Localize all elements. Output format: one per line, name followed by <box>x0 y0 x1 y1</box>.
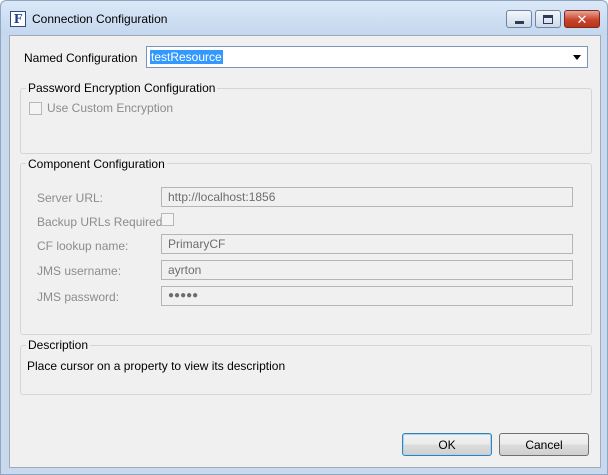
description-title: Description <box>26 338 91 352</box>
server-url-label: Server URL: <box>37 191 104 205</box>
password-encryption-title: Password Encryption Configuration <box>26 81 218 95</box>
cf-lookup-name-label: CF lookup name: <box>37 239 129 253</box>
jms-password-label: JMS password: <box>37 290 120 304</box>
minimize-button[interactable] <box>506 10 532 28</box>
use-custom-encryption-label: Use Custom Encryption <box>47 101 174 115</box>
component-configuration-title: Component Configuration <box>26 157 167 171</box>
jms-username-label: JMS username: <box>37 264 122 278</box>
named-configuration-combo[interactable]: testResource <box>146 46 588 68</box>
app-icon: F <box>10 11 26 27</box>
ok-button[interactable]: OK <box>402 433 492 456</box>
chevron-down-icon[interactable] <box>570 50 584 64</box>
use-custom-encryption-checkbox[interactable] <box>29 101 42 115</box>
description-text: Place cursor on a property to view its d… <box>27 359 286 373</box>
use-custom-encryption-row[interactable]: Use Custom Encryption <box>29 101 173 115</box>
password-encryption-group <box>20 88 592 154</box>
jms-password-field[interactable]: ●●●●● <box>161 286 573 306</box>
title-bar[interactable]: F Connection Configuration ✕ <box>1 1 607 35</box>
named-configuration-value[interactable]: testResource <box>150 50 223 64</box>
close-button[interactable]: ✕ <box>564 10 600 28</box>
jms-username-field[interactable]: ayrton <box>161 260 573 280</box>
backup-urls-label: Backup URLs Required <box>37 215 163 229</box>
cf-lookup-name-field[interactable]: PrimaryCF <box>161 234 573 254</box>
close-icon: ✕ <box>576 11 588 27</box>
minimize-icon <box>514 20 524 24</box>
dialog-body: Named Configuration testResource Passwor… <box>9 35 601 468</box>
connection-configuration-dialog: F Connection Configuration ✕ Named Confi… <box>0 0 608 475</box>
named-configuration-label: Named Configuration <box>24 51 138 65</box>
maximize-icon <box>543 14 553 24</box>
window-title: Connection Configuration <box>32 12 168 26</box>
server-url-field[interactable]: http://localhost:1856 <box>161 187 573 207</box>
backup-urls-checkbox[interactable] <box>161 213 174 226</box>
maximize-button[interactable] <box>535 10 561 28</box>
cancel-button[interactable]: Cancel <box>499 433 589 456</box>
